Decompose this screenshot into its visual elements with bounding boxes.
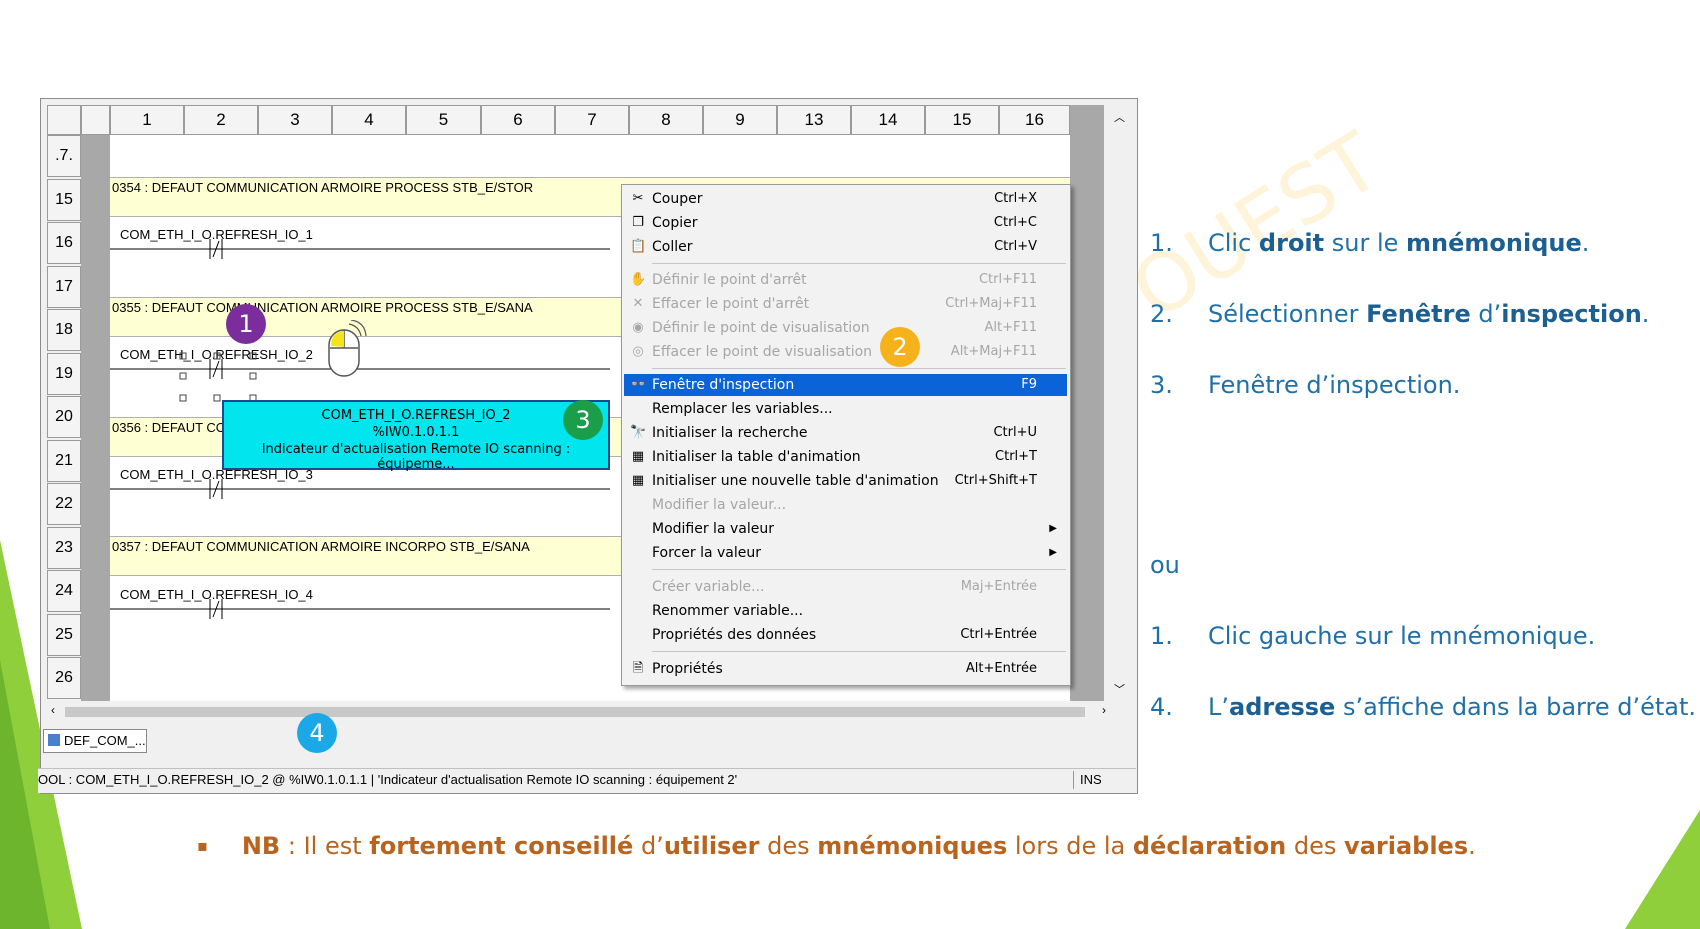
scroll-down-icon[interactable]: ﹀ [1114, 681, 1125, 697]
editor-tab[interactable]: DEF_COM_... [43, 729, 147, 753]
row-number[interactable]: 17 [47, 265, 81, 308]
row-number[interactable]: 22 [47, 483, 81, 525]
menu-item-properties[interactable]: 🗎 Propriétés Alt+Entrée [624, 658, 1067, 680]
menu-item-init-animation-table[interactable]: ▦ Initialiser la table d'animation Ctrl+T [624, 446, 1067, 468]
new-animation-table-icon: ▦ [631, 473, 645, 488]
status-divider [1073, 771, 1074, 789]
column-header[interactable]: 8 [629, 105, 703, 135]
tooltip-name: COM_ETH_I_O.REFRESH_IO_2 [321, 408, 511, 423]
row-number[interactable]: 19 [47, 352, 81, 395]
tab-label: DEF_COM_... [64, 733, 146, 748]
context-menu: ✂ Couper Ctrl+X ❐ Copier Ctrl+C 📋 Coller Ctrl+… [621, 184, 1071, 686]
status-text: OOL : COM_ETH_I_O.REFRESH_IO_2 @ %IW0.1.… [38, 772, 738, 787]
column-header[interactable]: 5 [406, 105, 481, 135]
corner-decoration-right [1625, 810, 1700, 929]
scissors-icon: ✂ [632, 191, 644, 206]
scroll-left-icon[interactable]: ‹ [51, 703, 55, 717]
nb-note: ▪ NB : Il est fortement conseillé d’utili… [197, 832, 1476, 860]
menu-separator [652, 263, 1066, 264]
binoculars-icon: 🔭 [630, 425, 647, 440]
properties-icon: 🗎 [632, 661, 644, 676]
menu-separator [652, 569, 1066, 570]
paste-icon: 📋 [630, 239, 647, 254]
menu-item-modify-value-dialog: Modifier la valeur... [652, 497, 787, 513]
ladder-icon [48, 734, 60, 746]
variable-tooltip: COM_ETH_I_O.REFRESH_IO_2 %IW0.1.0.1.1 In… [222, 400, 610, 472]
step-badge: 4 [297, 713, 337, 753]
column-header[interactable]: 9 [703, 105, 777, 135]
bullet-icon: ▪ [197, 836, 208, 855]
step-badge: 2 [880, 327, 920, 367]
row-number[interactable]: 26 [47, 657, 81, 699]
column-header[interactable]: 3 [258, 105, 332, 135]
menu-item-inspection-window[interactable]: 👓 Fenêtre d'inspection F9 [624, 374, 1067, 396]
clear-watchpoint-icon: ◎ [632, 344, 644, 359]
menu-item-modify-value[interactable]: Modifier la valeur ▶ [624, 518, 1067, 540]
column-header[interactable]: 4 [332, 105, 406, 135]
step-badge: 1 [226, 304, 266, 344]
scroll-thumb[interactable] [65, 707, 1085, 717]
row-number[interactable]: 16 [47, 222, 81, 264]
menu-separator [652, 651, 1066, 652]
menu-item-replace-variables[interactable]: Remplacer les variables... [624, 398, 1067, 420]
row-number[interactable]: 20 [47, 396, 81, 438]
row-number[interactable]: .7. [47, 135, 81, 177]
menu-item-set-watchpoint: ◉ Définir le point de visualisation Alt+F1… [624, 317, 1067, 339]
menu-item-copier[interactable]: ❐ Copier Ctrl+C [624, 212, 1067, 234]
menu-item-clear-breakpoint: ✕ Effacer le point d'arrêt Ctrl+Maj+F11 [624, 293, 1067, 315]
menu-item-force-value[interactable]: Forcer la valeur ▶ [624, 542, 1067, 564]
row-number[interactable]: 25 [47, 613, 81, 656]
menu-item-create-variable: Créer variable... Maj+Entrée [652, 579, 1037, 595]
status-bar: OOL : COM_ETH_I_O.REFRESH_IO_2 @ %IW0.1.… [38, 768, 1136, 793]
submenu-arrow-icon: ▶ [1049, 547, 1057, 558]
column-header[interactable]: 7 [555, 105, 629, 135]
horizontal-scrollbar[interactable]: ‹ › [47, 703, 1110, 721]
corner-cell-2 [81, 105, 110, 135]
mouse-icon [328, 320, 367, 377]
animation-table-icon: ▦ [631, 449, 645, 464]
column-header[interactable]: 15 [925, 105, 999, 135]
copy-icon: ❐ [632, 215, 644, 230]
menu-item-rename-variable[interactable]: Renommer variable... [624, 600, 1067, 622]
menu-item-set-breakpoint: ✋ Définir le point d'arrêt Ctrl+F11 [630, 272, 1037, 288]
hand-icon: ✋ [630, 272, 647, 287]
watchpoint-icon: ◉ [632, 320, 644, 335]
status-mode: INS [1080, 772, 1102, 787]
column-header[interactable]: 14 [851, 105, 925, 135]
left-margin-column [81, 135, 110, 701]
row-number[interactable]: 15 [47, 178, 81, 221]
scroll-up-icon[interactable]: ︿ [1114, 109, 1125, 125]
column-header[interactable]: 6 [481, 105, 555, 135]
scroll-right-icon[interactable]: › [1102, 703, 1106, 717]
vertical-scrollbar[interactable]: ︿ ﹀ [1108, 105, 1130, 701]
menu-item-couper[interactable]: ✂ Couper Ctrl+X [624, 188, 1067, 210]
tooltip-description: Indicateur d'actualisation Remote IO sca… [261, 442, 571, 472]
instruction-or: ou [1150, 551, 1180, 579]
row-number[interactable]: 21 [47, 439, 81, 482]
menu-item-coller[interactable]: 📋 Coller Ctrl+V [624, 236, 1067, 258]
menu-separator [652, 368, 1066, 369]
submenu-arrow-icon: ▶ [1049, 523, 1057, 534]
column-header[interactable]: 1 [110, 105, 184, 135]
row-number[interactable]: 24 [47, 570, 81, 612]
clear-breakpoint-icon: ✕ [632, 296, 644, 311]
glasses-icon: 👓 [630, 377, 647, 392]
menu-item-data-properties[interactable]: Propriétés des données Ctrl+Entrée [624, 624, 1067, 646]
menu-item-clear-watchpoint: ◎ Effacer le point de visualisation Alt+Ma… [624, 341, 1067, 363]
row-number[interactable]: 23 [47, 526, 81, 569]
corner-cell [47, 105, 81, 135]
tooltip-address: %IW0.1.0.1.1 [372, 425, 460, 440]
step-badge: 3 [563, 400, 603, 440]
row-number[interactable]: 18 [47, 309, 81, 351]
column-header[interactable]: 2 [184, 105, 258, 135]
column-header[interactable]: 13 [777, 105, 851, 135]
menu-item-new-animation-table[interactable]: ▦ Initialiser une nouvelle table d'animat… [624, 470, 1067, 492]
menu-item-init-search[interactable]: 🔭 Initialiser la recherche Ctrl+U [624, 422, 1067, 444]
right-margin-column [1070, 105, 1104, 701]
column-header[interactable]: 16 [999, 105, 1070, 135]
